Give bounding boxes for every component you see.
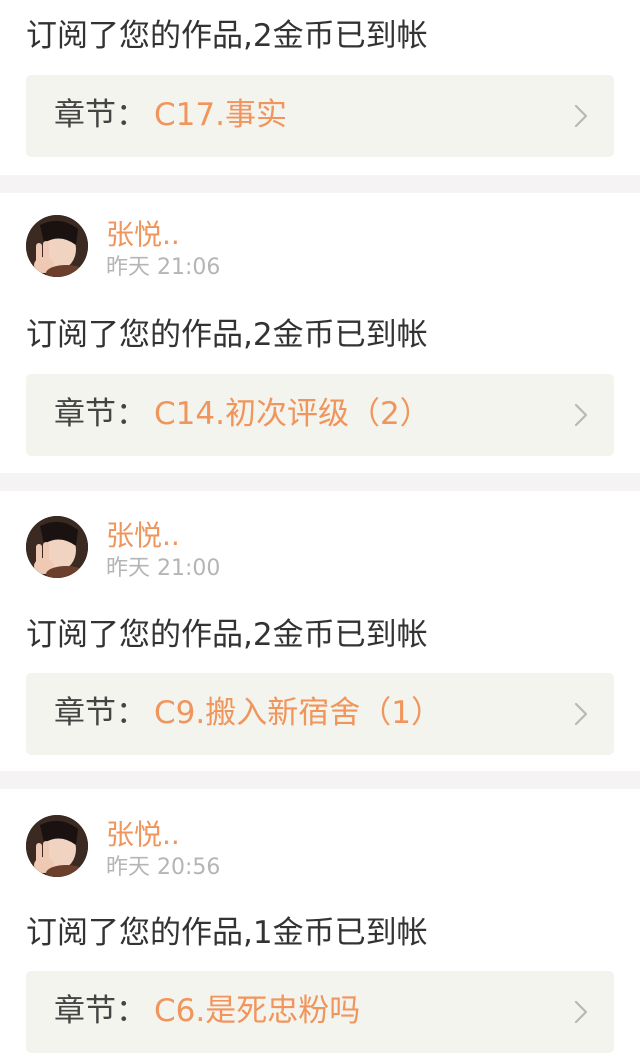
chapter-label: 章节： xyxy=(54,396,147,432)
avatar-photo xyxy=(26,215,88,277)
username[interactable]: 张悦.. xyxy=(106,819,180,851)
chevron-right-icon xyxy=(574,1000,588,1024)
chapter-title: C6.是死忠粉吗 xyxy=(154,993,361,1029)
notification-feed: 订阅了您的作品,2金币已到帐 章节： C17.事实 张悦.. 昨天 21:06 … xyxy=(0,0,640,1060)
card-separator xyxy=(0,473,640,491)
chapter-label: 章节： xyxy=(54,695,147,731)
avatar[interactable] xyxy=(26,516,88,578)
username[interactable]: 张悦.. xyxy=(106,219,180,251)
avatar-photo xyxy=(26,815,88,877)
message-text: 订阅了您的作品,2金币已到帐 xyxy=(26,617,428,653)
chapter-title: C9.搬入新宿舍（1） xyxy=(154,695,442,731)
notification-card: 张悦.. 昨天 21:06 订阅了您的作品,2金币已到帐 章节： C14.初次评… xyxy=(0,193,640,473)
chapter-title: C14.初次评级（2） xyxy=(154,396,431,432)
avatar[interactable] xyxy=(26,215,88,277)
chapter-title: C17.事实 xyxy=(154,97,287,133)
notification-card: 张悦.. 昨天 20:56 订阅了您的作品,1金币已到帐 章节： C6.是死忠粉… xyxy=(0,789,640,1060)
card-separator xyxy=(0,175,640,193)
chapter-link[interactable]: 章节： C6.是死忠粉吗 xyxy=(26,971,614,1053)
card-header: 张悦.. 昨天 21:06 xyxy=(26,215,606,280)
chapter-label: 章节： xyxy=(54,993,147,1029)
username[interactable]: 张悦.. xyxy=(106,520,180,552)
chevron-right-icon xyxy=(574,104,588,128)
chapter-link[interactable]: 章节： C14.初次评级（2） xyxy=(26,374,614,456)
avatar-photo xyxy=(26,516,88,578)
message-text: 订阅了您的作品,2金币已到帐 xyxy=(26,317,428,353)
message-text: 订阅了您的作品,2金币已到帐 xyxy=(26,18,428,54)
notification-card: 张悦.. 昨天 21:00 订阅了您的作品,2金币已到帐 章节： C9.搬入新宿… xyxy=(0,491,640,771)
timestamp: 昨天 20:56 xyxy=(106,855,221,880)
timestamp: 昨天 21:00 xyxy=(106,556,221,581)
card-header: 张悦.. 昨天 21:00 xyxy=(26,516,606,581)
avatar[interactable] xyxy=(26,815,88,877)
chapter-link[interactable]: 章节： C17.事实 xyxy=(26,75,614,157)
chapter-link[interactable]: 章节： C9.搬入新宿舍（1） xyxy=(26,673,614,755)
chevron-right-icon xyxy=(574,702,588,726)
card-separator xyxy=(0,771,640,789)
notification-card: 订阅了您的作品,2金币已到帐 章节： C17.事实 xyxy=(0,0,640,175)
message-text: 订阅了您的作品,1金币已到帐 xyxy=(26,915,428,951)
chevron-right-icon xyxy=(574,403,588,427)
chapter-label: 章节： xyxy=(54,97,147,133)
card-header: 张悦.. 昨天 20:56 xyxy=(26,815,606,880)
timestamp: 昨天 21:06 xyxy=(106,255,221,280)
